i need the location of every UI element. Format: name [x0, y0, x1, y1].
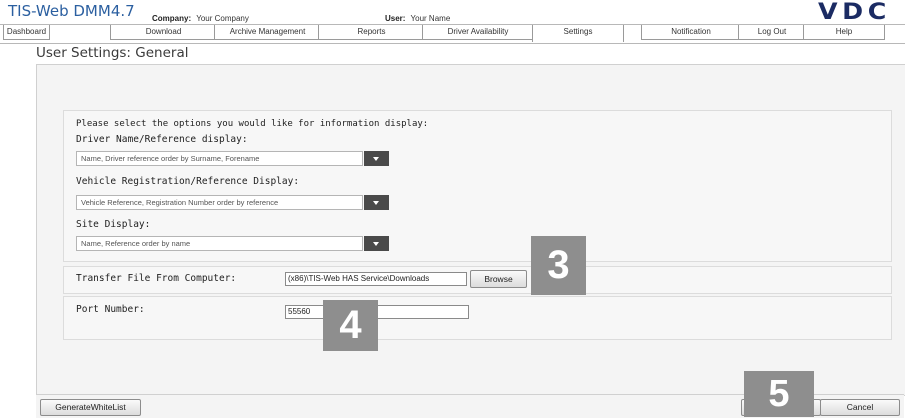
vehicle-display-value: Vehicle Reference, Registration Number o… [81, 198, 279, 207]
chevron-down-icon [373, 157, 379, 161]
chevron-down-icon [373, 242, 379, 246]
main-nav: Dashboard Download Archive Management Re… [0, 24, 905, 44]
site-display-value: Name, Reference order by name [81, 239, 191, 248]
browse-button[interactable]: Browse [470, 270, 527, 288]
cancel-button[interactable]: Cancel [820, 399, 900, 416]
tab-help[interactable]: Help [803, 25, 885, 40]
app-title: TIS-Web DMM4.7 [8, 2, 135, 20]
tab-settings[interactable]: Settings [532, 25, 624, 42]
vehicle-display-dropdown-button[interactable] [364, 195, 389, 210]
transfer-file-label: Transfer File From Computer: [76, 273, 237, 284]
company-info: Company: Your Company [152, 6, 249, 25]
port-number-value: 55560 [288, 307, 311, 316]
tab-download[interactable]: Download [110, 25, 217, 40]
driver-display-label: Driver Name/Reference display: [76, 134, 248, 145]
port-number-row [63, 296, 892, 340]
vehicle-display-label: Vehicle Registration/Reference Display: [76, 176, 300, 187]
callout-5: 5 [744, 371, 814, 417]
user-value: Your Name [410, 14, 451, 23]
generate-whitelist-button[interactable]: GenerateWhiteList [40, 399, 141, 416]
top-header: TIS-Web DMM4.7 Company: Your Company Use… [0, 0, 905, 25]
vdo-logo: VDC [818, 0, 891, 25]
callout-4: 4 [323, 300, 378, 351]
company-key: Company: [152, 14, 192, 23]
port-number-label: Port Number: [76, 304, 145, 315]
page-title: User Settings: General [36, 45, 189, 61]
chevron-down-icon [373, 201, 379, 205]
tab-notification[interactable]: Notification [641, 25, 741, 40]
tab-driver-availability[interactable]: Driver Availability [422, 25, 534, 40]
user-key: User: [385, 14, 406, 23]
callout-3: 3 [531, 236, 586, 295]
tab-archive-management[interactable]: Archive Management [214, 25, 321, 40]
vehicle-display-select[interactable]: Vehicle Reference, Registration Number o… [76, 195, 389, 210]
tab-dashboard[interactable]: Dashboard [3, 25, 50, 40]
transfer-file-path-value: (x86)\TIS-Web HAS Service\Downloads [288, 274, 430, 283]
site-display-select[interactable]: Name, Reference order by name [76, 236, 389, 251]
tab-log-out[interactable]: Log Out [738, 25, 806, 40]
tab-reports[interactable]: Reports [318, 25, 425, 40]
transfer-file-path-input[interactable]: (x86)\TIS-Web HAS Service\Downloads [285, 272, 467, 286]
company-value: Your Company [196, 14, 249, 23]
driver-display-dropdown-button[interactable] [364, 151, 389, 166]
driver-display-select[interactable]: Name, Driver reference order by Surname,… [76, 151, 389, 166]
driver-display-value: Name, Driver reference order by Surname,… [81, 154, 260, 163]
site-display-label: Site Display: [76, 219, 151, 230]
display-options-intro: Please select the options you would like… [76, 119, 429, 129]
user-info: User: Your Name [385, 6, 450, 25]
site-display-dropdown-button[interactable] [364, 236, 389, 251]
